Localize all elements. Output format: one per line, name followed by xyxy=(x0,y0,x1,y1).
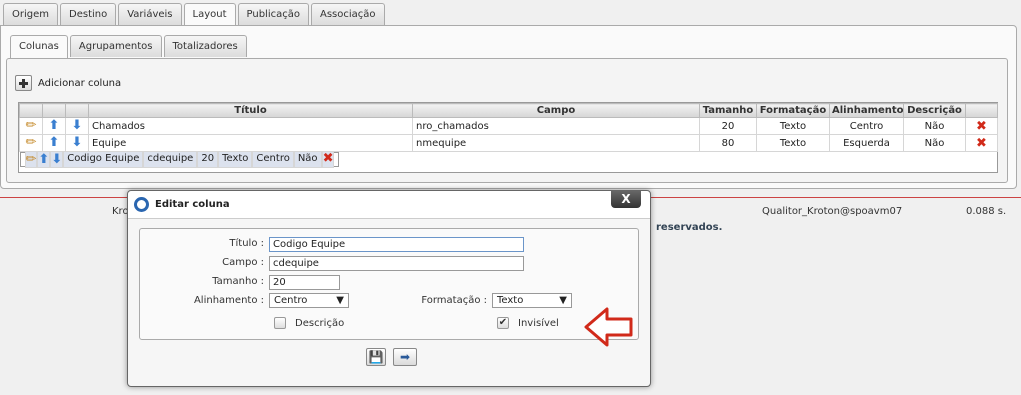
edit-pencil-icon[interactable]: ✏ xyxy=(26,136,37,151)
delete-icon[interactable]: ✖ xyxy=(976,119,987,134)
floppy-disk-icon: 💾 xyxy=(368,350,384,364)
cell-campo: nmequipe xyxy=(412,134,700,152)
annotation-arrow-icon xyxy=(584,307,633,347)
columns-grid: Título Campo Tamanho Formatação Alinhame… xyxy=(18,102,998,173)
add-column-button[interactable]: Adicionar coluna xyxy=(15,75,121,91)
cell-alinhamento: Centro xyxy=(829,117,904,135)
descricao-label: Descrição xyxy=(295,318,345,329)
app-logo-icon xyxy=(134,197,149,212)
footer-user: Qualitor_Kroton@spoavm07 xyxy=(762,206,903,217)
campo-label: Campo : xyxy=(222,257,264,268)
move-up-icon[interactable]: ⬆ xyxy=(49,136,60,151)
move-down-icon[interactable]: ⬇ xyxy=(72,119,83,134)
delete-icon[interactable]: ✖ xyxy=(323,152,334,166)
chevron-down-icon: ▼ xyxy=(559,295,567,306)
titulo-label: Título : xyxy=(229,238,264,249)
plus-icon xyxy=(15,75,32,91)
edit-pencil-icon[interactable]: ✏ xyxy=(26,152,37,167)
colunas-panel: Adicionar coluna Título Campo Tamanho Fo… xyxy=(6,58,1008,183)
move-up-icon[interactable]: ⬆ xyxy=(49,119,60,134)
tamanho-input[interactable]: 20 xyxy=(269,275,340,290)
cell-tamanho: 20 xyxy=(197,151,219,168)
formatacao-value: Texto xyxy=(497,295,524,306)
titulo-input[interactable]: Codigo Equipe xyxy=(269,237,524,252)
cell-formatacao: Texto xyxy=(756,117,830,135)
tab-variaveis[interactable]: Variáveis xyxy=(118,3,182,25)
delete-icon[interactable]: ✖ xyxy=(976,136,987,151)
col-header-titulo[interactable]: Título xyxy=(88,103,413,118)
alinhamento-select[interactable]: Centro ▼ xyxy=(269,293,349,308)
cell-titulo: Codigo Equipe xyxy=(63,151,144,168)
alinhamento-label: Alinhamento : xyxy=(193,295,264,306)
table-row[interactable]: ✏ ⬆ ⬇ Equipe nmequipe 80 Texto Esquerda … xyxy=(19,134,998,152)
formatacao-select[interactable]: Texto ▼ xyxy=(492,293,572,308)
edit-column-dialog: Editar coluna X Título : Codigo Equipe C… xyxy=(127,190,651,387)
tab-agrupamentos[interactable]: Agrupamentos xyxy=(69,35,162,57)
col-header-tamanho[interactable]: Tamanho xyxy=(699,103,757,118)
cell-tamanho: 20 xyxy=(699,117,757,135)
cell-alinhamento: Esquerda xyxy=(829,134,904,152)
cell-titulo: Equipe xyxy=(88,134,413,152)
tab-publicacao[interactable]: Publicação xyxy=(237,3,309,25)
descricao-checkbox[interactable] xyxy=(274,317,286,329)
invisivel-checkbox[interactable]: ✔ xyxy=(497,317,509,329)
col-header-descricao[interactable]: Descrição xyxy=(903,103,966,118)
main-tabs: Origem Destino Variáveis Layout Publicaç… xyxy=(3,3,387,27)
alinhamento-value: Centro xyxy=(274,295,308,306)
cell-descricao: Não xyxy=(293,151,322,168)
cell-campo: cdequipe xyxy=(143,151,198,168)
formatacao-label: Formatação : xyxy=(421,295,487,306)
cell-formatacao: Texto xyxy=(756,134,830,152)
tab-colunas[interactable]: Colunas xyxy=(10,35,68,59)
table-row[interactable]: ✏ ⬆ ⬇ Codigo Equipe cdequipe 20 Texto Ce… xyxy=(19,151,340,168)
footer-rights: reservados. xyxy=(656,222,723,233)
move-up-icon[interactable]: ⬆ xyxy=(38,152,49,167)
sub-tabs: Colunas Agrupamentos Totalizadores xyxy=(10,35,249,59)
edit-pencil-icon[interactable]: ✏ xyxy=(26,119,37,134)
cell-formatacao: Texto xyxy=(218,151,253,168)
tab-origem[interactable]: Origem xyxy=(3,3,59,25)
add-column-label: Adicionar coluna xyxy=(38,77,122,89)
col-header-alinhamento[interactable]: Alinhamento xyxy=(829,103,904,118)
invisivel-label: Invisível xyxy=(518,318,559,329)
dialog-header[interactable]: Editar coluna xyxy=(128,191,650,219)
cell-titulo: Chamados xyxy=(88,117,413,135)
cell-tamanho: 80 xyxy=(699,134,757,152)
dialog-title: Editar coluna xyxy=(155,199,230,210)
tab-totalizadores[interactable]: Totalizadores xyxy=(163,35,247,57)
tab-associacao[interactable]: Associação xyxy=(310,3,385,25)
tab-layout[interactable]: Layout xyxy=(183,3,236,27)
footer-time: 0.088 s. xyxy=(966,206,1007,217)
move-down-icon[interactable]: ⬇ xyxy=(51,152,62,167)
move-down-icon[interactable]: ⬇ xyxy=(72,136,83,151)
cell-campo: nro_chamados xyxy=(412,117,700,135)
close-button[interactable]: X xyxy=(611,191,641,208)
table-row[interactable]: ✏ ⬆ ⬇ Chamados nro_chamados 20 Texto Cen… xyxy=(19,117,998,135)
col-header-formatacao[interactable]: Formatação xyxy=(756,103,830,118)
save-arrow-icon: ➡ xyxy=(399,350,411,364)
cell-descricao: Não xyxy=(903,134,966,152)
col-header-campo[interactable]: Campo xyxy=(412,103,700,118)
tamanho-label: Tamanho : xyxy=(212,276,264,287)
tab-destino[interactable]: Destino xyxy=(60,3,117,25)
save-and-close-button[interactable]: ➡ xyxy=(393,348,417,366)
save-button[interactable]: 💾 xyxy=(366,348,386,366)
chevron-down-icon: ▼ xyxy=(336,295,344,306)
cell-alinhamento: Centro xyxy=(252,151,294,168)
campo-input[interactable]: cdequipe xyxy=(269,256,524,271)
cell-descricao: Não xyxy=(903,117,966,135)
dialog-form: Título : Codigo Equipe Campo : cdequipe … xyxy=(139,228,639,340)
